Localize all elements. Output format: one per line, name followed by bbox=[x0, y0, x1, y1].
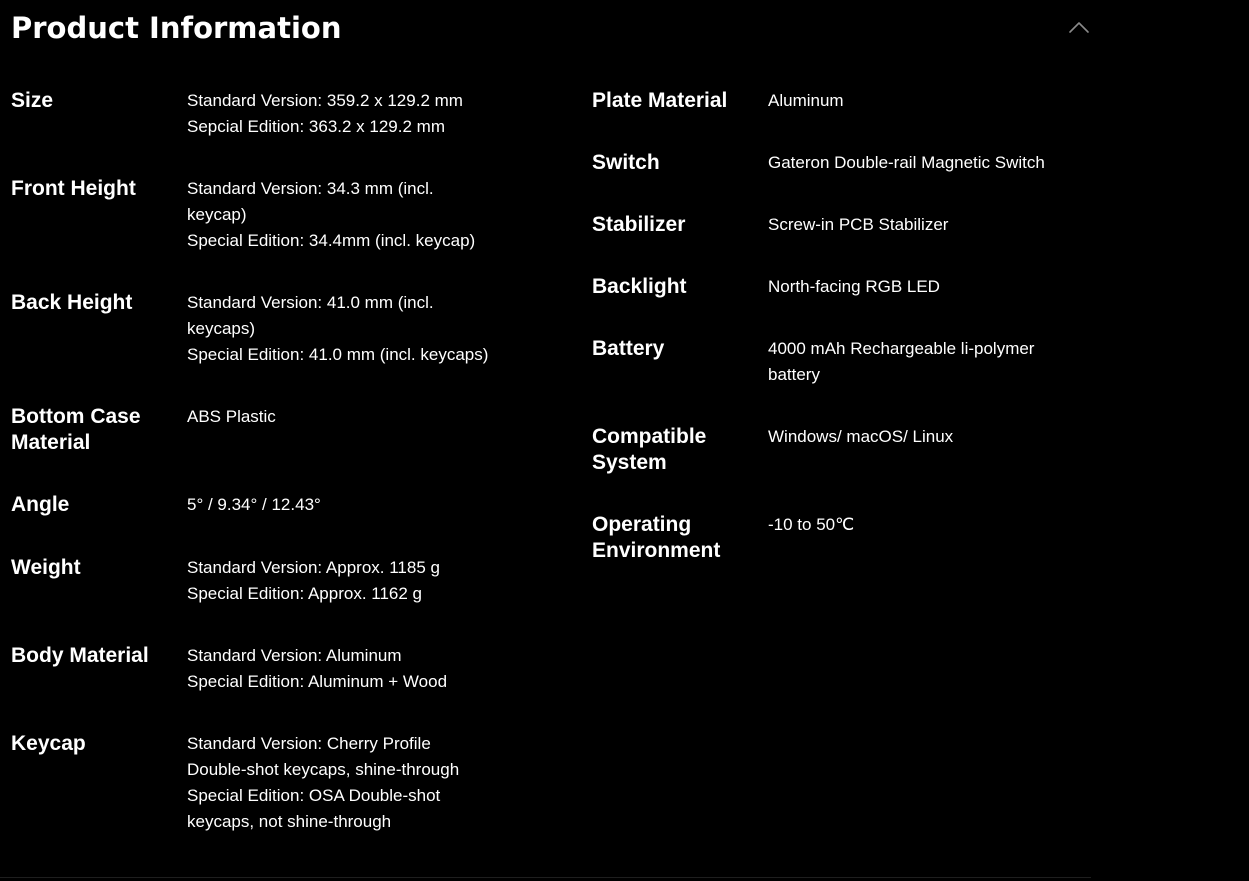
spec-label: Backlight bbox=[592, 275, 687, 298]
spec-row-plate-material: Plate Material Aluminum bbox=[592, 88, 1092, 150]
spec-row-keycap: Keycap Standard Version: Cherry Profile … bbox=[11, 731, 551, 841]
spec-value: Gateron Double-rail Magnetic Switch bbox=[768, 150, 1068, 176]
spec-value-line: 4000 mAh Rechargeable li-polymer battery bbox=[768, 339, 1035, 384]
spec-value: Screw-in PCB Stabilizer bbox=[768, 212, 1068, 238]
spec-value-line: Special Edition: OSA Double-shot keycaps… bbox=[187, 786, 441, 831]
spec-value: Standard Version: 359.2 x 129.2 mm Sepci… bbox=[187, 88, 512, 140]
spec-label: Plate Material bbox=[592, 89, 728, 112]
spec-label: Back Height bbox=[11, 291, 133, 314]
spec-value: 5° / 9.34° / 12.43° bbox=[187, 492, 512, 518]
spec-value: Standard Version: Approx. 1185 g Special… bbox=[187, 555, 512, 607]
spec-row-weight: Weight Standard Version: Approx. 1185 g … bbox=[11, 555, 551, 643]
spec-value: Standard Version: 34.3 mm (incl. keycap)… bbox=[187, 176, 487, 254]
spec-value-line: -10 to 50℃ bbox=[768, 515, 855, 534]
spec-value-line: Gateron Double-rail Magnetic Switch bbox=[768, 153, 1045, 172]
spec-label: Angle bbox=[11, 493, 70, 516]
spec-value: 4000 mAh Rechargeable li-polymer battery bbox=[768, 336, 1058, 388]
chevron-up-icon[interactable] bbox=[1068, 20, 1090, 34]
spec-label: Stabilizer bbox=[592, 213, 686, 236]
spec-label: Operating Environment bbox=[592, 513, 721, 562]
spec-value-line: Standard Version: 359.2 x 129.2 mm bbox=[187, 91, 463, 110]
spec-label: Size bbox=[11, 89, 54, 112]
spec-value: Aluminum bbox=[768, 88, 1068, 114]
spec-label: Keycap bbox=[11, 732, 86, 755]
spec-value-line: Standard Version: Approx. 1185 g bbox=[187, 558, 440, 577]
spec-row-switch: Switch Gateron Double-rail Magnetic Swit… bbox=[592, 150, 1092, 212]
spec-value: Standard Version: 41.0 mm (incl. keycaps… bbox=[187, 290, 489, 368]
spec-value-line: Standard Version: Cherry Profile Double-… bbox=[187, 734, 460, 779]
spec-value: ABS Plastic bbox=[187, 404, 512, 430]
spec-value: Standard Version: Aluminum Special Editi… bbox=[187, 643, 512, 695]
spec-label: Bottom Case Material bbox=[11, 405, 141, 454]
spec-value-line: Special Edition: 41.0 mm (incl. keycaps) bbox=[187, 345, 489, 364]
spec-value-line: Sepcial Edition: 363.2 x 129.2 mm bbox=[187, 117, 445, 136]
spec-value: Standard Version: Cherry Profile Double-… bbox=[187, 731, 487, 835]
spec-row-size: Size Standard Version: 359.2 x 129.2 mm … bbox=[11, 88, 551, 176]
section-divider bbox=[0, 877, 1091, 878]
spec-value: North-facing RGB LED bbox=[768, 274, 1068, 300]
spec-value-line: Screw-in PCB Stabilizer bbox=[768, 215, 949, 234]
spec-value-line: Special Edition: Aluminum + Wood bbox=[187, 672, 448, 691]
spec-value-line: Aluminum bbox=[768, 91, 844, 110]
section-title: Product Information bbox=[11, 11, 342, 45]
spec-row-angle: Angle 5° / 9.34° / 12.43° bbox=[11, 492, 551, 555]
spec-value-line: 5° / 9.34° / 12.43° bbox=[187, 495, 321, 514]
spec-label: Switch bbox=[592, 151, 660, 174]
spec-row-backlight: Backlight North-facing RGB LED bbox=[592, 274, 1092, 336]
spec-value-line: Windows/ macOS/ Linux bbox=[768, 427, 954, 446]
spec-row-operating-environment: Operating Environment -10 to 50℃ bbox=[592, 512, 1092, 600]
spec-value: Windows/ macOS/ Linux bbox=[768, 424, 1068, 450]
spec-value-line: North-facing RGB LED bbox=[768, 277, 940, 296]
spec-column-right: Plate Material Aluminum Switch Gateron D… bbox=[592, 88, 1092, 600]
spec-label: Front Height bbox=[11, 177, 136, 200]
spec-label: Battery bbox=[592, 337, 665, 360]
spec-value-line: Special Edition: 34.4mm (incl. keycap) bbox=[187, 231, 476, 250]
spec-label: Compatible System bbox=[592, 425, 707, 474]
spec-value: -10 to 50℃ bbox=[768, 512, 1068, 538]
spec-row-back-height: Back Height Standard Version: 41.0 mm (i… bbox=[11, 290, 551, 404]
spec-value-line: Standard Version: Aluminum bbox=[187, 646, 402, 665]
spec-row-front-height: Front Height Standard Version: 34.3 mm (… bbox=[11, 176, 551, 290]
spec-column-left: Size Standard Version: 359.2 x 129.2 mm … bbox=[11, 88, 551, 841]
section-header: Product Information bbox=[11, 10, 1091, 50]
spec-value-line: Special Edition: Approx. 1162 g bbox=[187, 584, 423, 603]
spec-row-battery: Battery 4000 mAh Rechargeable li-polymer… bbox=[592, 336, 1092, 424]
spec-row-body-material: Body Material Standard Version: Aluminum… bbox=[11, 643, 551, 731]
spec-value-line: ABS Plastic bbox=[187, 407, 276, 426]
spec-label: Weight bbox=[11, 556, 81, 579]
spec-value-line: Standard Version: 34.3 mm (incl. keycap) bbox=[187, 179, 434, 224]
spec-row-bottom-case-material: Bottom Case Material ABS Plastic bbox=[11, 404, 551, 492]
spec-value-line: Standard Version: 41.0 mm (incl. keycaps… bbox=[187, 293, 434, 338]
spec-row-stabilizer: Stabilizer Screw-in PCB Stabilizer bbox=[592, 212, 1092, 274]
spec-row-compatible-system: Compatible System Windows/ macOS/ Linux bbox=[592, 424, 1092, 512]
spec-label: Body Material bbox=[11, 644, 149, 667]
